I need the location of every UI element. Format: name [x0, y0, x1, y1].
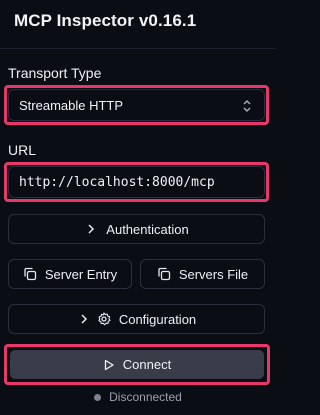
play-icon — [104, 359, 114, 370]
connect-button[interactable]: Connect — [10, 350, 264, 379]
transport-type-select[interactable]: Streamable HTTP — [8, 89, 265, 121]
chevron-right-icon — [81, 314, 87, 324]
status-dot-icon — [94, 393, 102, 401]
connect-label: Connect — [122, 357, 172, 372]
servers-file-label: Servers File — [178, 266, 249, 282]
status-text: Disconnected — [109, 390, 182, 404]
header-divider — [0, 48, 276, 49]
copy-icon — [158, 267, 170, 281]
servers-file-button[interactable]: Servers File — [140, 259, 265, 289]
gear-icon — [98, 312, 111, 326]
configuration-label: Configuration — [118, 311, 197, 327]
url-label: URL — [8, 142, 37, 158]
connection-status: Disconnected — [0, 390, 276, 404]
copy-icon — [24, 267, 37, 281]
transport-type-label: Transport Type — [8, 65, 102, 81]
configuration-button[interactable]: Configuration — [8, 304, 265, 334]
chevron-up-down-icon — [243, 100, 251, 112]
server-entry-label: Server Entry — [44, 266, 118, 282]
url-value: http://localhost:8000/mcp — [19, 174, 215, 190]
authentication-button[interactable]: Authentication — [8, 214, 265, 244]
chevron-right-icon — [88, 224, 95, 234]
url-input[interactable]: http://localhost:8000/mcp — [8, 166, 265, 198]
app-title: MCP Inspector v0.16.1 — [14, 11, 197, 30]
transport-type-value: Streamable HTTP — [19, 97, 124, 113]
authentication-label: Authentication — [106, 221, 189, 237]
server-entry-button[interactable]: Server Entry — [8, 259, 132, 289]
